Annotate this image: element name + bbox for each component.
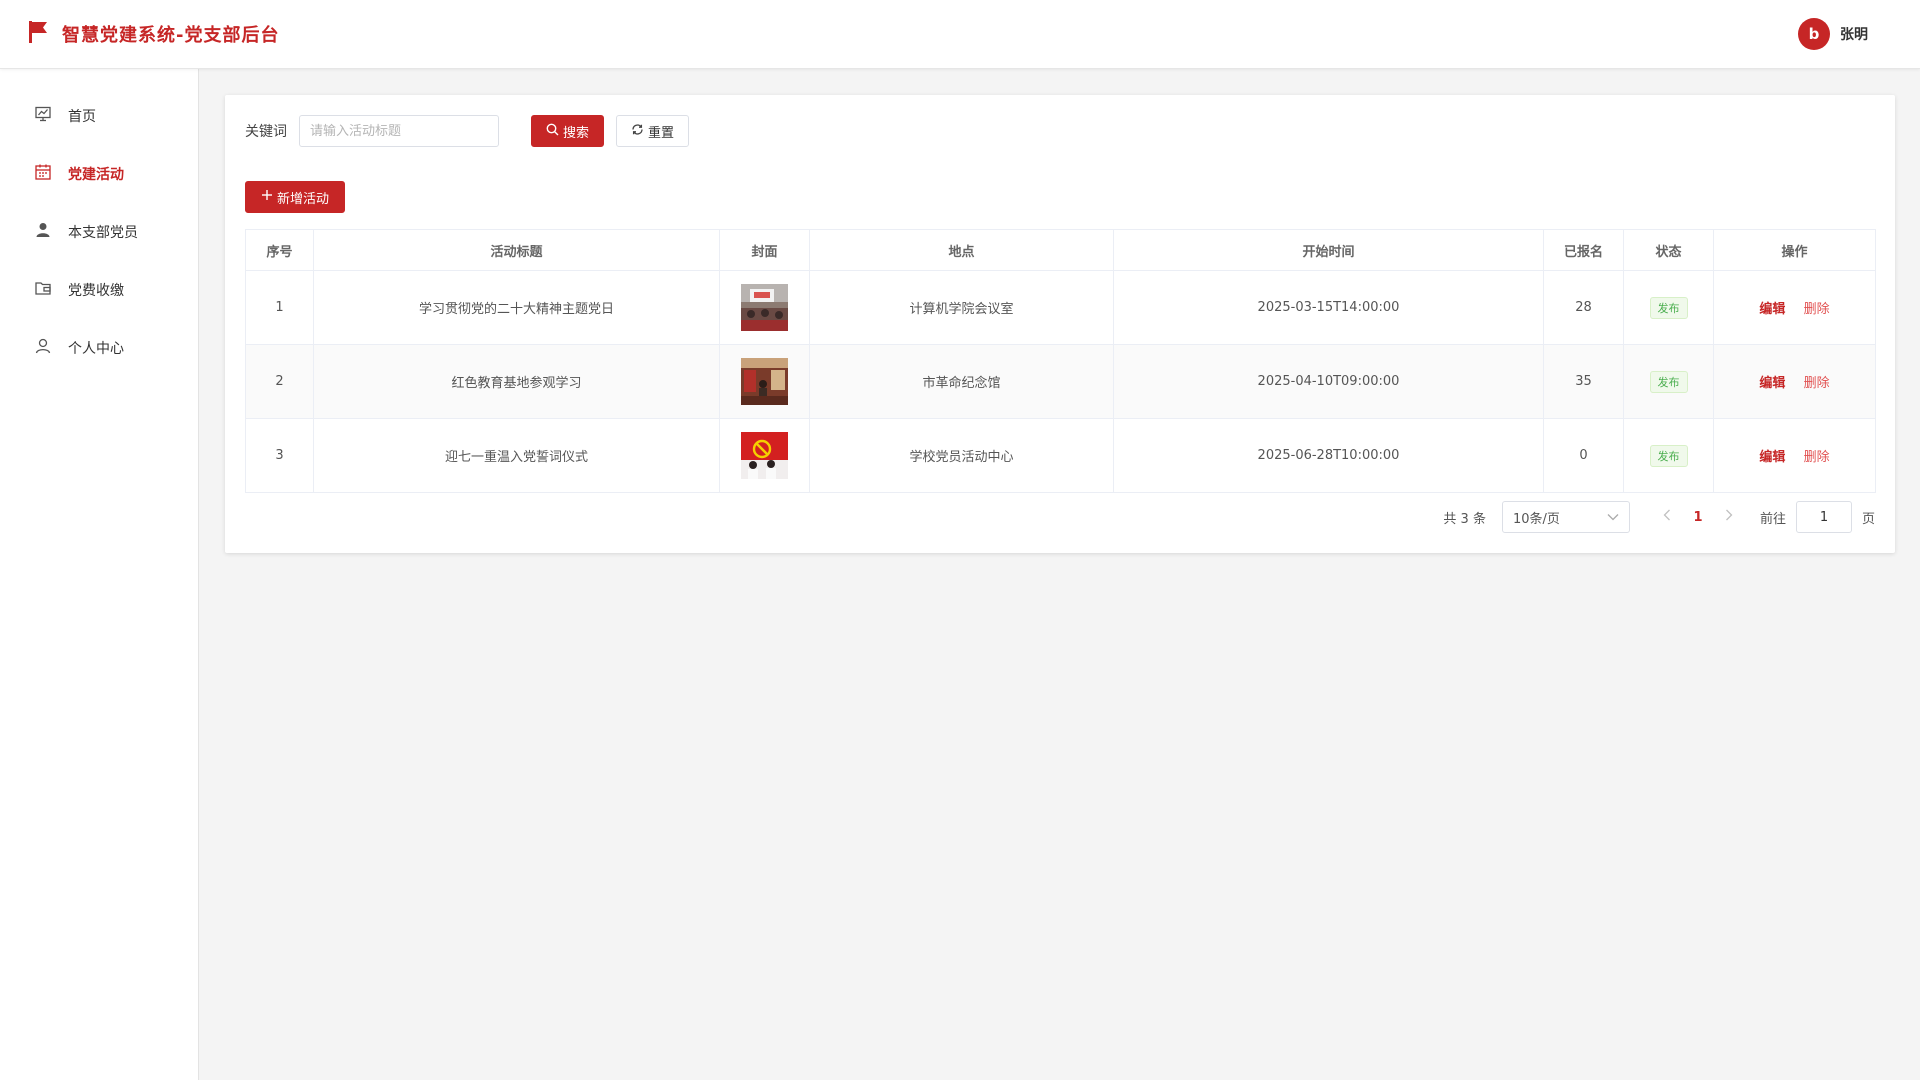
add-button-label: 新增活动 [277,191,330,207]
index-cell: 1 [245,270,314,345]
content-card: 关键词 搜索 重置 新增活动 序号 活动标题 [225,95,1895,553]
chart-board-icon [34,105,52,127]
refresh-icon [631,123,644,140]
pagination: 共 3 条 10条/页 1 前往 页 [1443,501,1875,533]
column-header: 开始时间 [1113,229,1544,271]
status-cell: 发布 [1623,418,1714,493]
sidebar-item-activities[interactable]: 党建活动 [0,145,198,203]
user-outline-icon [34,337,52,359]
edit-link[interactable]: 编辑 [1759,450,1785,465]
search-input[interactable] [299,115,499,147]
sidebar-item-label: 本支部党员 [68,225,138,241]
sidebar-item-dues[interactable]: 党费收缴 [0,261,198,319]
goto-page-input[interactable] [1795,501,1852,533]
sidebar-item-label: 首页 [68,109,96,125]
sidebar-item-label: 党费收缴 [68,283,124,299]
column-header: 操作 [1713,229,1876,271]
status-badge: 发布 [1649,444,1688,467]
search-bar: 关键词 搜索 重置 [245,115,690,147]
location-cell: 计算机学院会议室 [809,270,1114,345]
table-row: 2 红色教育基地参观学习 市革命纪念馆 2025-04-10T09:00:00 … [245,344,1876,419]
title-cell: 学习贯彻党的二十大精神主题党日 [313,270,720,345]
column-header: 序号 [245,229,314,271]
column-header: 已报名 [1543,229,1624,271]
index-cell: 3 [245,418,314,493]
status-badge: 发布 [1649,296,1688,319]
actions-cell: 编辑 删除 [1713,344,1876,419]
keyword-label: 关键词 [245,124,287,140]
title-cell: 迎七一重温入党誓词仪式 [313,418,720,493]
title-cell: 红色教育基地参观学习 [313,344,720,419]
status-cell: 发布 [1623,344,1714,419]
user-name[interactable]: 张明 [1840,24,1868,44]
table-row: 1 学习贯彻党的二十大精神主题党日 计算机学院会议室 2025-03-15T14… [245,270,1876,345]
start-time-cell: 2025-06-28T10:00:00 [1113,418,1544,493]
chevron-down-icon [1607,510,1619,525]
app-title: 智慧党建系统-党支部后台 [62,25,280,46]
brand: 智慧党建系统-党支部后台 [28,20,279,48]
next-page-button[interactable] [1714,509,1744,525]
column-header: 活动标题 [313,229,720,271]
top-header: 智慧党建系统-党支部后台 b 张明 [0,0,1920,69]
add-activity-button[interactable]: 新增活动 [245,181,346,213]
column-header: 地点 [809,229,1114,271]
cover-image[interactable] [741,358,788,405]
sidebar-item-label: 个人中心 [68,341,124,357]
sidebar: 首页 党建活动 本支部党员 党费收缴 个人中心 [0,69,199,1080]
search-button-label: 搜索 [563,125,590,141]
start-time-cell: 2025-03-15T14:00:00 [1113,270,1544,345]
wallet-folder-icon [34,279,52,301]
sidebar-item-home[interactable]: 首页 [0,87,198,145]
calendar-icon [34,163,52,185]
edit-link[interactable]: 编辑 [1759,376,1785,391]
cover-image[interactable] [741,284,788,331]
enrolled-cell: 35 [1543,344,1624,419]
delete-link[interactable]: 删除 [1804,450,1830,465]
page-number-current[interactable]: 1 [1682,510,1714,525]
page-size-value: 10条/页 [1512,511,1560,527]
total-count: 共 3 条 [1443,511,1486,527]
search-button[interactable]: 搜索 [531,115,605,147]
column-header: 状态 [1623,229,1714,271]
avatar[interactable]: b [1798,18,1830,50]
actions-cell: 编辑 删除 [1713,418,1876,493]
table-header-row: 序号 活动标题 封面 地点 开始时间 已报名 状态 操作 [245,229,1876,271]
delete-link[interactable]: 删除 [1804,376,1830,391]
user-solid-icon [34,221,52,243]
page-size-select[interactable]: 10条/页 [1501,501,1630,533]
sidebar-item-profile[interactable]: 个人中心 [0,319,198,377]
user-menu[interactable]: b 张明 [1798,18,1868,50]
start-time-cell: 2025-04-10T09:00:00 [1113,344,1544,419]
status-cell: 发布 [1623,270,1714,345]
edit-link[interactable]: 编辑 [1759,302,1785,317]
index-cell: 2 [245,344,314,419]
enrolled-cell: 0 [1543,418,1624,493]
status-badge: 发布 [1649,370,1688,393]
goto-label: 前往 [1759,511,1786,527]
prev-page-button[interactable] [1652,509,1682,525]
table-row: 3 迎七一重温入党誓词仪式 学校党员活动中心 2025-06-28T10:00:… [245,418,1876,493]
sidebar-item-members[interactable]: 本支部党员 [0,203,198,261]
sidebar-item-label: 党建活动 [68,167,124,183]
reset-button-label: 重置 [648,125,675,141]
reset-button[interactable]: 重置 [616,115,690,147]
location-cell: 学校党员活动中心 [809,418,1114,493]
actions-cell: 编辑 删除 [1713,270,1876,345]
location-cell: 市革命纪念馆 [809,344,1114,419]
cover-cell [719,418,810,493]
cover-image[interactable] [741,432,788,479]
cover-cell [719,344,810,419]
enrolled-cell: 28 [1543,270,1624,345]
activity-table: 序号 活动标题 封面 地点 开始时间 已报名 状态 操作 1 学习贯彻党的二十大… [245,229,1876,493]
delete-link[interactable]: 删除 [1804,302,1830,317]
search-icon [546,123,559,140]
column-header: 封面 [719,229,810,271]
flag-icon [28,20,48,48]
cover-cell [719,270,810,345]
goto-suffix: 页 [1861,511,1875,527]
plus-icon [261,189,273,205]
